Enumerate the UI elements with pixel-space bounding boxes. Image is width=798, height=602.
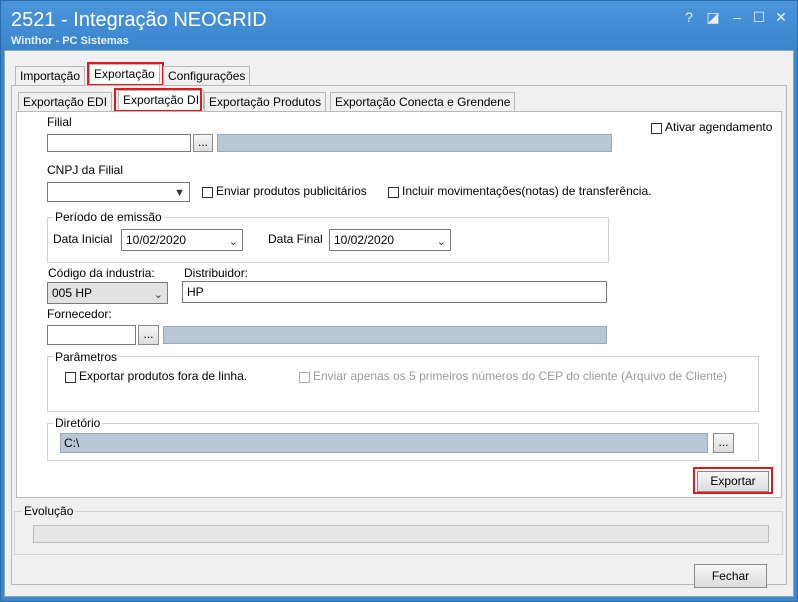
filial-input[interactable] <box>47 134 191 152</box>
cnpj-label: CNPJ da Filial <box>47 163 124 177</box>
data-inicial-value: 10/02/2020 <box>126 233 187 247</box>
form-panel: Filial ... Ativar agendamento CNPJ da Fi… <box>16 111 782 498</box>
agendamento-checkbox[interactable] <box>651 123 662 134</box>
periodo-title: Período de emissão <box>53 210 164 224</box>
fornecedor-label: Fornecedor: <box>47 307 112 321</box>
client-area: Importação Exportação Configurações Expo… <box>4 50 794 597</box>
outer-panel: Exportação EDI Exportação DI Exportação … <box>11 85 787 585</box>
industria-value: 005 HP <box>52 286 93 300</box>
evolucao-progress-bar <box>33 525 769 543</box>
highlight-tab-exportacao <box>87 62 164 86</box>
parametros-group <box>47 356 759 412</box>
highlight-exportar-button <box>693 467 773 494</box>
evolucao-title: Evolução <box>22 504 76 518</box>
fechar-button[interactable]: Fechar <box>694 564 767 588</box>
tab-exportacao-conecta[interactable]: Exportação Conecta e Grendene <box>330 92 516 111</box>
chevron-down-icon: ▼ <box>174 187 185 199</box>
cep-checkbox[interactable] <box>299 372 310 383</box>
tab-importacao[interactable]: Importação <box>15 66 86 85</box>
tab-configuracoes[interactable]: Configurações <box>163 66 251 85</box>
fornecedor-name-field <box>163 326 607 344</box>
fornecedor-input[interactable] <box>47 325 136 345</box>
tab-exportacao-edi[interactable]: Exportação EDI <box>18 92 113 111</box>
distribuidor-input[interactable]: HP <box>182 281 607 303</box>
fora-linha-checkbox[interactable] <box>65 372 76 383</box>
tab-exportacao-produtos[interactable]: Exportação Produtos <box>204 92 327 111</box>
cnpj-select[interactable]: ▼ <box>47 182 190 202</box>
chevron-down-icon: ⌄ <box>153 289 163 301</box>
help-icon[interactable]: ? <box>681 9 697 25</box>
data-final-picker[interactable]: 10/02/2020 ⌄ <box>329 229 451 251</box>
minimize-icon[interactable]: – <box>729 9 745 25</box>
diretorio-title: Diretório <box>53 416 103 430</box>
title-bar: 2521 - Integração NEOGRID Winthor - PC S… <box>1 1 797 51</box>
window-title: 2521 - Integração NEOGRID <box>11 9 267 31</box>
filial-name-field <box>217 134 612 152</box>
data-inicial-picker[interactable]: 10/02/2020 ⌄ <box>121 229 243 251</box>
fechar-label: Fechar <box>711 569 750 583</box>
filial-browse-button[interactable]: ... <box>193 134 213 152</box>
diretorio-path-field: C:\ <box>60 433 708 453</box>
data-inicial-label: Data Inicial <box>53 232 113 246</box>
highlight-tab-exportacao-di <box>114 88 202 112</box>
parametros-title: Parâmetros <box>53 350 120 364</box>
industria-label: Código da industria: <box>48 266 155 280</box>
industria-select[interactable]: 005 HP ⌄ <box>47 282 168 304</box>
fora-linha-label: Exportar produtos fora de linha. <box>79 369 248 383</box>
maximize-icon[interactable]: ☐ <box>751 9 767 25</box>
data-final-value: 10/02/2020 <box>334 233 395 247</box>
transferencia-label: Incluir movimentações(notas) de transfer… <box>402 184 652 198</box>
diretorio-browse-button[interactable]: ... <box>713 433 734 453</box>
cep-label: Enviar apenas os 5 primeiros números do … <box>313 369 727 383</box>
publicitarios-label: Enviar produtos publicitários <box>216 184 367 198</box>
data-final-label: Data Final <box>268 232 323 246</box>
window-subtitle: Winthor - PC Sistemas <box>11 35 129 47</box>
agendamento-label: Ativar agendamento <box>665 120 773 134</box>
restore-icon[interactable]: ◪ <box>705 9 721 25</box>
chevron-down-icon: ⌄ <box>436 236 446 248</box>
fornecedor-browse-button[interactable]: ... <box>138 325 159 345</box>
chevron-down-icon: ⌄ <box>228 236 238 248</box>
distribuidor-label: Distribuidor: <box>184 266 249 280</box>
filial-label: Filial <box>47 115 72 129</box>
transferencia-checkbox[interactable] <box>388 187 399 198</box>
publicitarios-checkbox[interactable] <box>202 187 213 198</box>
close-icon[interactable]: ✕ <box>773 9 789 25</box>
